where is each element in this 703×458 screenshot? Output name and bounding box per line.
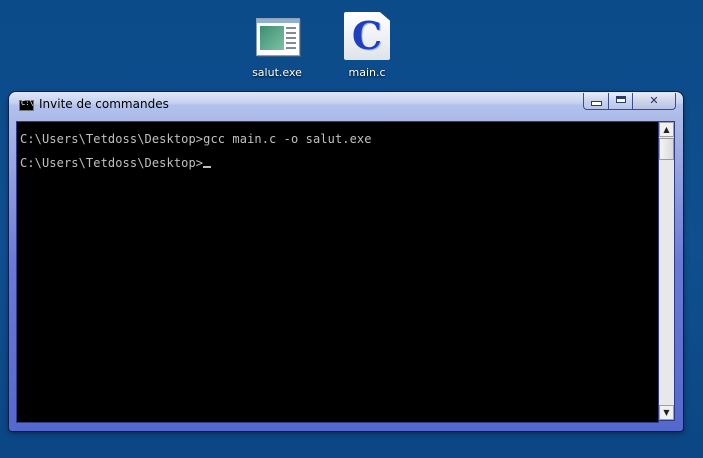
- command-prompt-window[interactable]: Invite de commandes ✕ C:\Users\Tetdoss\D…: [9, 92, 683, 431]
- scroll-down-button[interactable]: ▼: [659, 405, 674, 420]
- desktop-icon-label: salut.exe: [252, 66, 302, 79]
- cmd-icon[interactable]: [19, 99, 34, 111]
- desktop-icon-label: main.c: [348, 66, 386, 79]
- console-line-text: C:\Users\Tetdoss\Desktop>gcc main.c -o s…: [20, 132, 372, 146]
- maximize-icon: [615, 96, 626, 103]
- chevron-up-icon: ▲: [663, 125, 670, 134]
- close-icon: ✕: [649, 94, 659, 107]
- minimize-button[interactable]: [583, 93, 609, 110]
- scroll-thumb[interactable]: [659, 138, 674, 160]
- maximize-button[interactable]: [608, 93, 633, 110]
- minimize-icon: [590, 101, 602, 106]
- text-cursor: [203, 166, 212, 168]
- console-prompt-text: C:\Users\Tetdoss\Desktop>: [20, 156, 204, 170]
- desktop-icon-main-c[interactable]: C main.c: [327, 12, 407, 79]
- desktop-icon-salut-exe[interactable]: salut.exe: [237, 12, 317, 79]
- vertical-scrollbar[interactable]: ▲ ▼: [658, 121, 675, 421]
- desktop: salut.exe C main.c Invite de commandes ✕…: [0, 0, 703, 458]
- close-button[interactable]: ✕: [632, 93, 676, 110]
- title-bar[interactable]: Invite de commandes ✕: [9, 92, 683, 116]
- console-line: C:\Users\Tetdoss\Desktop>gcc main.c -o s…: [20, 132, 372, 146]
- console-prompt-line[interactable]: C:\Users\Tetdoss\Desktop>: [20, 156, 212, 170]
- chevron-down-icon: ▼: [663, 408, 670, 417]
- exe-file-icon: [252, 12, 302, 62]
- c-source-file-icon: C: [342, 12, 392, 62]
- window-title: Invite de commandes: [39, 97, 169, 111]
- console-output[interactable]: C:\Users\Tetdoss\Desktop>gcc main.c -o s…: [16, 121, 659, 423]
- scroll-up-button[interactable]: ▲: [659, 122, 674, 137]
